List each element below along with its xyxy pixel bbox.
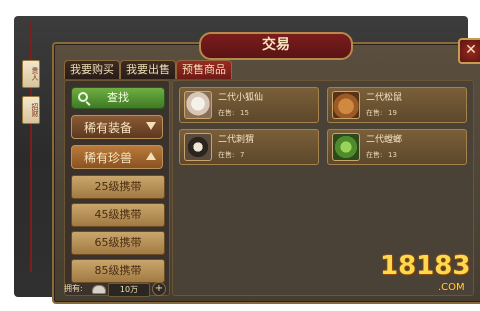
item-stock-label: 在售: bbox=[218, 109, 235, 117]
tab-buy-label: 我要购买 bbox=[70, 63, 114, 76]
subcategory-level-65[interactable]: 65级携带 bbox=[71, 231, 165, 255]
window-title-text: 交易 bbox=[262, 37, 290, 53]
tab-buy[interactable]: 我要购买 bbox=[64, 60, 120, 79]
silver-ingot-icon bbox=[92, 285, 106, 294]
item-card[interactable]: 二代螳螂 在售: 13 bbox=[327, 129, 467, 165]
item-stock-count: 15 bbox=[240, 109, 249, 117]
item-stock-count: 19 bbox=[388, 109, 397, 117]
item-card[interactable]: 二代刺猬 在售: 7 bbox=[179, 129, 319, 165]
tab-presale[interactable]: 预售商品 bbox=[176, 60, 232, 79]
currency-value: 10万 bbox=[108, 283, 150, 297]
talisman-middle-label: 招财 bbox=[31, 103, 39, 117]
subcategory-level-45-label: 45级携带 bbox=[94, 208, 142, 221]
currency-bar: 拥有: 10万 + bbox=[64, 282, 174, 297]
add-currency-button[interactable]: + bbox=[152, 282, 166, 296]
mantis-icon bbox=[332, 133, 360, 161]
subcategory-level-85[interactable]: 85级携带 bbox=[71, 259, 165, 283]
site-watermark: 18183 .COM bbox=[380, 249, 472, 303]
item-card[interactable]: 二代小狐仙 在售: 15 bbox=[179, 87, 319, 123]
item-stock-count: 7 bbox=[240, 151, 245, 159]
watermark-sub-text: .COM bbox=[438, 282, 465, 293]
tab-sell[interactable]: 我要出售 bbox=[120, 60, 176, 79]
subcategory-level-85-label: 85级携带 bbox=[94, 264, 142, 277]
category-panel: 查找 稀有装备 稀有珍兽 25级携带 45级携带 65级携带 85级携带 bbox=[64, 80, 170, 296]
item-name: 二代刺猬 bbox=[218, 135, 255, 145]
arrow-up-icon bbox=[146, 152, 156, 160]
talisman-top: 贵人 bbox=[22, 60, 40, 88]
hedgehog-icon bbox=[184, 133, 212, 161]
item-stock-label: 在售: bbox=[366, 109, 383, 117]
item-stock-label: 在售: bbox=[218, 151, 235, 159]
category-rare-equipment-label: 稀有装备 bbox=[84, 121, 133, 135]
category-rare-pets-label: 稀有珍兽 bbox=[84, 151, 133, 165]
item-stock-count: 13 bbox=[388, 151, 397, 159]
owned-label: 拥有: bbox=[64, 284, 83, 293]
tab-sell-label: 我要出售 bbox=[126, 63, 170, 76]
watermark-main-text: 18183 bbox=[380, 251, 471, 281]
category-rare-pets[interactable]: 稀有珍兽 bbox=[71, 145, 163, 169]
subcategory-level-65-label: 65级携带 bbox=[94, 236, 142, 249]
search-icon bbox=[78, 92, 88, 102]
search-button-label: 查找 bbox=[107, 91, 129, 104]
tab-presale-label: 预售商品 bbox=[182, 63, 226, 76]
fox-icon bbox=[184, 91, 212, 119]
arrow-down-icon bbox=[146, 122, 156, 130]
window-title: 交易 bbox=[199, 32, 353, 60]
item-card[interactable]: 二代松鼠 在售: 19 bbox=[327, 87, 467, 123]
subcategory-level-45[interactable]: 45级携带 bbox=[71, 203, 165, 227]
subcategory-level-25-label: 25级携带 bbox=[94, 180, 142, 193]
item-stock-label: 在售: bbox=[366, 151, 383, 159]
squirrel-icon bbox=[332, 91, 360, 119]
talisman-middle: 招财 bbox=[22, 96, 40, 124]
item-name: 二代小狐仙 bbox=[218, 93, 264, 103]
item-name: 二代松鼠 bbox=[366, 93, 403, 103]
item-name: 二代螳螂 bbox=[366, 135, 403, 145]
search-button[interactable]: 查找 bbox=[71, 87, 165, 109]
subcategory-level-25[interactable]: 25级携带 bbox=[71, 175, 165, 199]
close-icon: ✕ bbox=[465, 42, 477, 58]
close-button[interactable]: ✕ bbox=[458, 38, 480, 64]
category-rare-equipment[interactable]: 稀有装备 bbox=[71, 115, 163, 139]
talisman-top-label: 贵人 bbox=[31, 67, 39, 81]
